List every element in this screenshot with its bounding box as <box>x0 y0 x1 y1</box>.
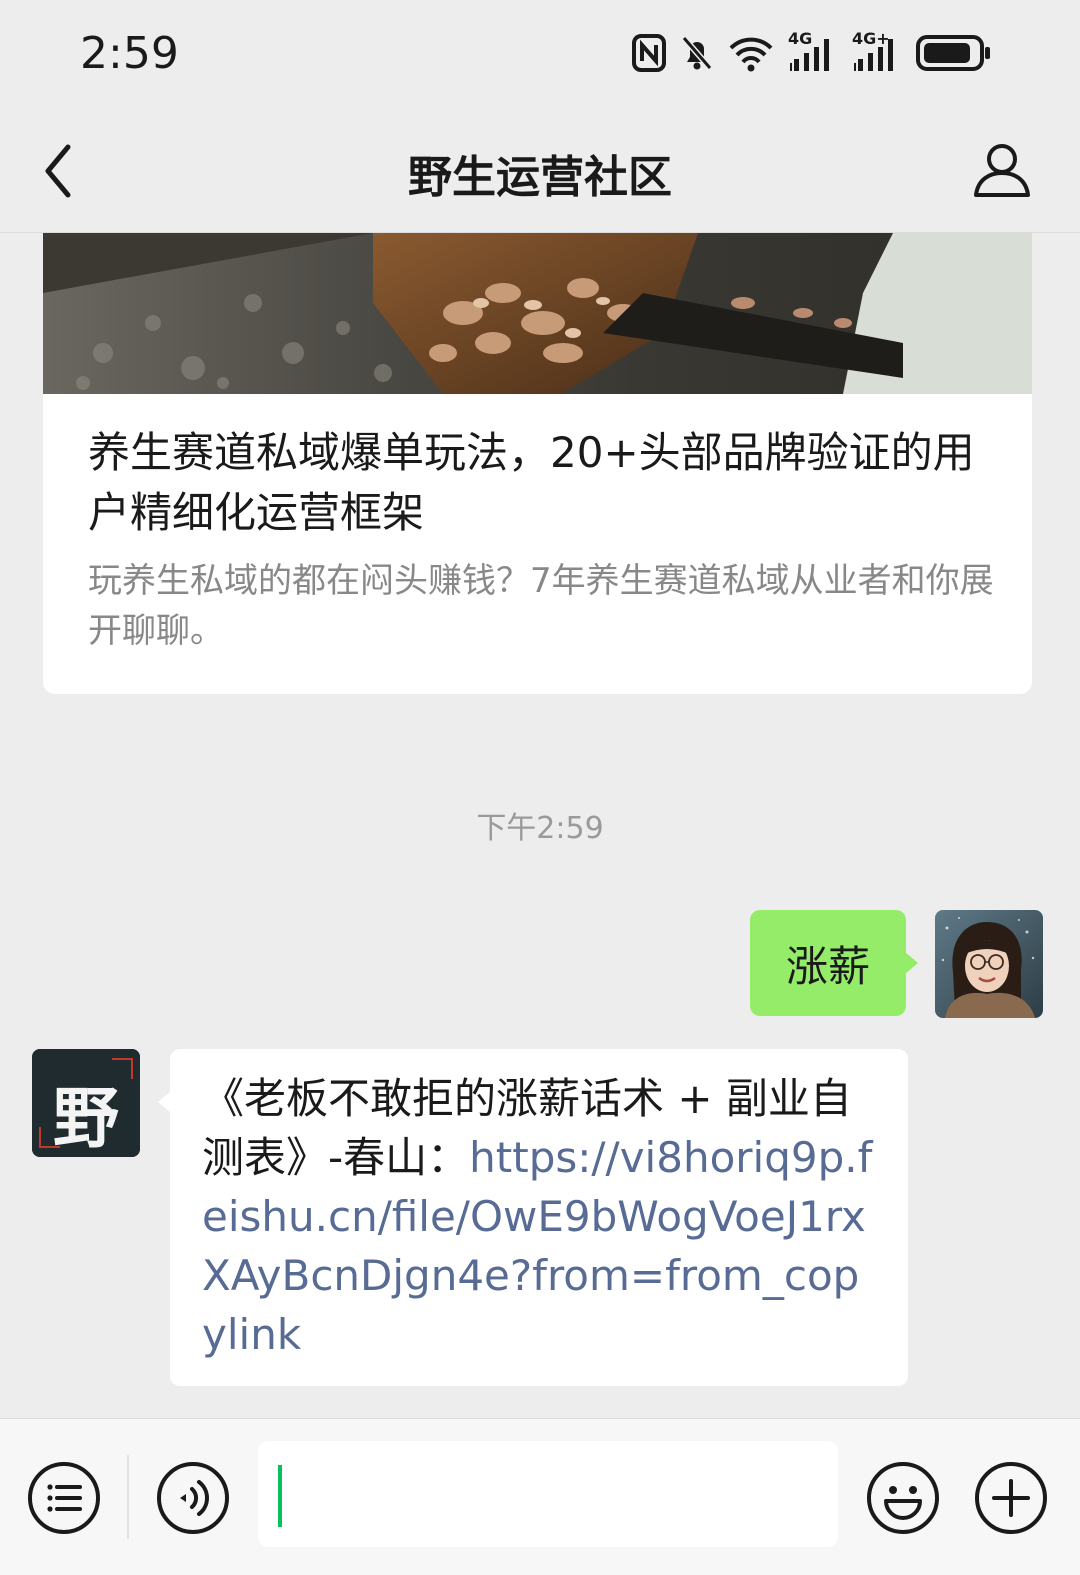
brand-avatar-text: 野 <box>53 1079 119 1157</box>
brand-avatar[interactable]: 野 <box>32 1049 140 1157</box>
person-icon[interactable] <box>972 139 1032 199</box>
emoji-icon[interactable] <box>866 1461 940 1535</box>
article-card[interactable]: 养生赛道私域爆单玩法，20+头部品牌验证的用户精细化运营框架 玩养生私域的都在闷… <box>43 233 1032 694</box>
message-timestamp: 下午2:59 <box>476 811 604 846</box>
voice-icon[interactable] <box>156 1461 230 1535</box>
article-cover-image <box>43 233 1032 394</box>
text-cursor <box>278 1465 282 1527</box>
sent-message-bubble[interactable]: 涨薪 <box>750 910 918 1016</box>
received-message-bubble[interactable]: 《老板不敢拒的涨薪话术 + 副业自测表》-春山：https://vi8horiq… <box>158 1049 908 1386</box>
battery-icon <box>916 35 990 71</box>
mute-bell-icon <box>681 36 713 70</box>
chat-title: 野生运营社区 <box>408 152 672 203</box>
nav-bar: 野生运营社区 <box>0 105 1080 233</box>
plus-icon[interactable] <box>974 1461 1048 1535</box>
input-bar <box>0 1418 1080 1575</box>
user-avatar[interactable] <box>935 910 1043 1018</box>
signal-4g-plus-icon: 4G+ <box>852 29 902 73</box>
status-icons: 4G 4G+ <box>632 29 992 74</box>
article-title: 养生赛道私域爆单玩法，20+头部品牌验证的用户精细化运营框架 <box>88 428 975 537</box>
article-description: 玩养生私域的都在闷头赚钱？7年养生赛道私域从业者和你展开聊聊。 <box>88 561 994 651</box>
chat-screen: 2:59 4G 4G+ 野生运营社区 养生赛道私域爆单玩法，20+头部品牌验证的… <box>0 0 1080 1575</box>
nfc-icon <box>632 34 666 72</box>
status-bar: 2:59 4G 4G+ <box>0 0 1080 105</box>
input-bar-divider <box>127 1455 129 1539</box>
signal-4g-icon: 4G <box>788 29 838 73</box>
wifi-icon <box>729 37 773 72</box>
menu-list-icon[interactable] <box>27 1461 101 1535</box>
status-time: 2:59 <box>80 28 179 79</box>
message-input[interactable] <box>258 1441 838 1547</box>
sent-message-text: 涨薪 <box>785 941 870 991</box>
